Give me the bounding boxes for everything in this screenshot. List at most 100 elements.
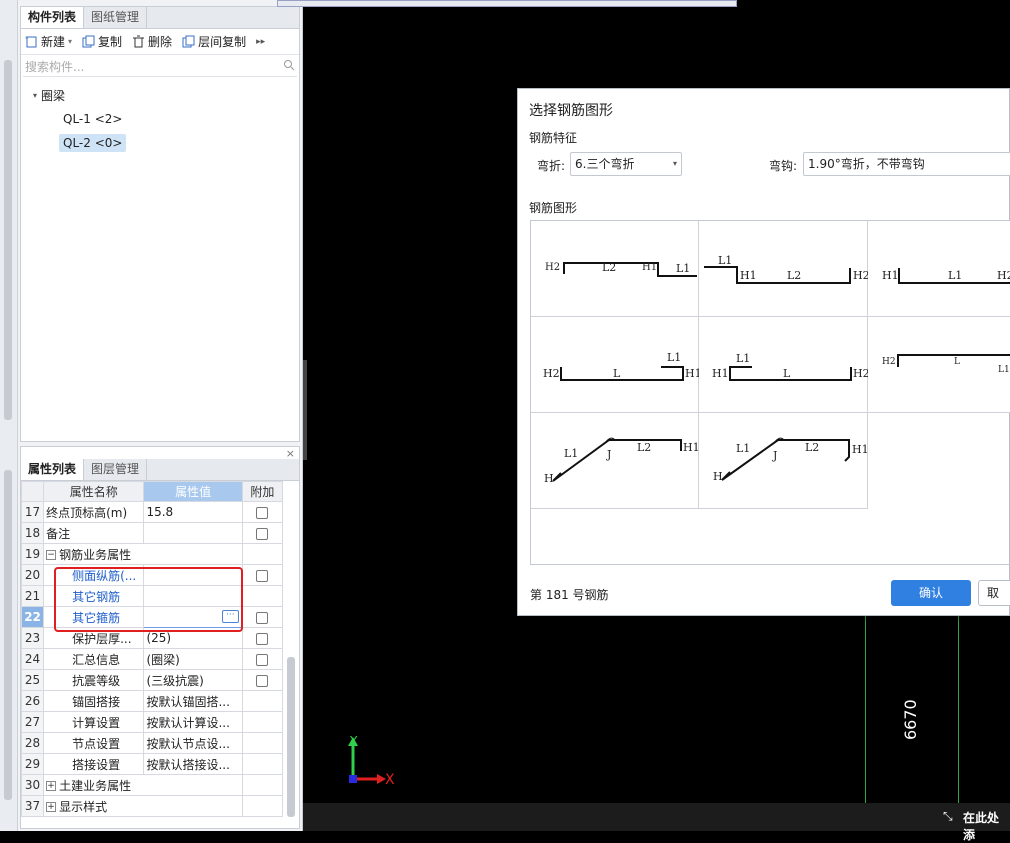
checkbox[interactable] [256, 527, 269, 540]
checkbox[interactable] [256, 653, 269, 666]
table-row[interactable]: 18 备注 [20, 522, 284, 544]
table-row[interactable]: 28 节点设置 按默认节点设... [20, 732, 284, 754]
row-value[interactable]: 15.8 [143, 501, 243, 523]
shape-text: H1 [740, 269, 757, 282]
shape-cell-6[interactable]: H2 L L1 [868, 317, 1010, 413]
highlight-box [54, 567, 243, 632]
collapse-arrows-icon[interactable]: ⤡ [943, 809, 953, 824]
checkbox[interactable] [256, 674, 269, 687]
table-row[interactable]: 19 − 钢筋业务属性 [20, 543, 284, 565]
shape-diagram [729, 366, 852, 381]
row-value[interactable] [143, 522, 243, 544]
row-extra [241, 648, 284, 670]
row-num: 28 [20, 732, 45, 754]
tab-layer-manage[interactable]: 图层管理 [84, 459, 148, 480]
floor-copy-label: 层间复制 [198, 35, 247, 49]
property-pane: × 属性列表 图层管理 属性名称 属性值 附加 17 终点顶标高(m) 15.8… [20, 446, 300, 829]
shape-text: L1 [736, 442, 751, 455]
delete-button[interactable]: 删除 [132, 33, 172, 50]
close-icon[interactable]: × [286, 447, 295, 460]
row-name: 抗震等级 [43, 669, 145, 691]
collapse-icon[interactable]: − [46, 550, 57, 560]
tab-component-list[interactable]: 构件列表 [21, 7, 85, 28]
shape-cell-1[interactable]: H2 L2 H1 L1 [531, 221, 699, 317]
row-name: 搭接设置 [43, 753, 145, 775]
table-row[interactable]: 24 汇总信息 (圈梁) [20, 648, 284, 670]
new-button[interactable]: * 新建 ▾ [25, 33, 72, 50]
row-value[interactable]: 按默认锚固搭... [143, 690, 243, 712]
row-value[interactable]: 按默认节点设... [143, 732, 243, 754]
property-scrollbar[interactable] [287, 657, 295, 817]
tab-drawing-manage[interactable]: 图纸管理 [84, 7, 148, 28]
row-value[interactable]: 按默认搭接设... [143, 753, 243, 775]
row-extra [241, 732, 284, 754]
row-value[interactable]: (圈梁) [143, 648, 243, 670]
confirm-button[interactable]: 确认 [891, 580, 971, 606]
table-row[interactable]: 29 搭接设置 按默认搭接设... [20, 753, 284, 775]
table-row[interactable]: 25 抗震等级 (三级抗震) [20, 669, 284, 691]
toolbar-overflow-icon[interactable]: ▸▸ [256, 37, 265, 47]
dimension-label: 6670 [901, 699, 920, 740]
tree-item[interactable]: QL-1 <2> [21, 107, 299, 131]
floor-copy-button[interactable]: 层间复制 [182, 33, 246, 50]
hook-select[interactable]: 1.90°弯折，不带弯钩 [803, 152, 1010, 176]
shape-text: L1 [564, 447, 579, 460]
shape-text: H2 [543, 367, 560, 380]
status-text: 第 181 号钢筋 [530, 588, 609, 602]
copy-button[interactable]: 复制 [82, 33, 122, 50]
shape-text: H2 [882, 357, 896, 367]
caret-down-icon[interactable]: ▾ [33, 91, 37, 100]
search-icon[interactable] [283, 59, 295, 74]
cancel-button[interactable]: 取 [978, 580, 1010, 606]
checkbox[interactable] [256, 611, 269, 624]
new-icon: * [25, 35, 38, 48]
table-row[interactable]: 27 计算设置 按默认计算设... [20, 711, 284, 733]
tab-property-list[interactable]: 属性列表 [21, 459, 85, 480]
shape-text: L1 [676, 262, 691, 275]
row-extra [241, 585, 284, 607]
shape-text: L2 [602, 261, 617, 274]
search-input[interactable]: 搜索构件... [23, 57, 297, 77]
row-value[interactable]: 按默认计算设... [143, 711, 243, 733]
top-floating-toolbar[interactable] [277, 0, 737, 7]
bend-select[interactable]: 6.三个弯折 ▾ [570, 152, 682, 176]
row-extra [241, 627, 284, 649]
component-list-pane: 构件列表 图纸管理 * 新建 ▾ 复制 删除 层间复制 ▸▸ 搜索构件... ▾… [20, 6, 300, 442]
shape-cell-4[interactable]: H2 L L1 H1 [531, 317, 702, 413]
row-extra [241, 522, 284, 544]
table-row[interactable]: 17 终点顶标高(m) 15.8 [20, 501, 284, 523]
row-value[interactable]: (三级抗震) [143, 669, 243, 691]
row-num: 25 [20, 669, 45, 691]
checkbox[interactable] [256, 506, 269, 519]
table-row[interactable]: 30 + 土建业务属性 [20, 774, 284, 796]
row-extra [241, 753, 284, 775]
shape-text: L1 [718, 254, 733, 267]
checkbox[interactable] [256, 632, 269, 645]
header-num [20, 481, 45, 502]
dock-scrollbar-lower[interactable] [4, 470, 12, 800]
shape-cell-8[interactable]: L1 J L2 H1 H [699, 413, 869, 509]
shape-cell-3[interactable]: H1 L1 H2 [868, 221, 1010, 317]
shape-cell-5[interactable]: H1 L1 L H2 [699, 317, 870, 413]
checkbox[interactable] [256, 569, 269, 582]
row-name: 土建业务属性 [59, 778, 132, 793]
dock-scrollbar[interactable] [4, 60, 12, 420]
tree-item-selected[interactable]: QL-2 <0> [21, 131, 299, 155]
left-dock-strip [0, 0, 18, 831]
component-toolbar: * 新建 ▾ 复制 删除 层间复制 ▸▸ [21, 29, 299, 55]
expand-icon[interactable]: + [46, 802, 57, 812]
row-name: 节点设置 [43, 732, 145, 754]
table-row[interactable]: 37 + 显示样式 [20, 795, 284, 817]
status-bar: ⤡ 在此处添 [303, 803, 1010, 842]
expand-icon[interactable]: + [46, 781, 57, 791]
shape-text: H1 [852, 443, 869, 456]
shape-cell-7[interactable]: L1 J L2 H1 H [531, 413, 700, 509]
tree-group[interactable]: ▾ 圈梁 [21, 83, 299, 107]
table-row[interactable]: 26 锚固搭接 按默认锚固搭... [20, 690, 284, 712]
component-tabs: 构件列表 图纸管理 [21, 7, 299, 29]
splitter-handle[interactable] [303, 360, 307, 460]
component-tree: ▾ 圈梁 QL-1 <2> QL-2 <0> [21, 79, 299, 159]
shape-cell-2[interactable]: L1 H1 L2 H2 [699, 221, 870, 317]
shape-text: H1 [712, 367, 729, 380]
chevron-down-icon[interactable]: ▾ [68, 37, 72, 46]
